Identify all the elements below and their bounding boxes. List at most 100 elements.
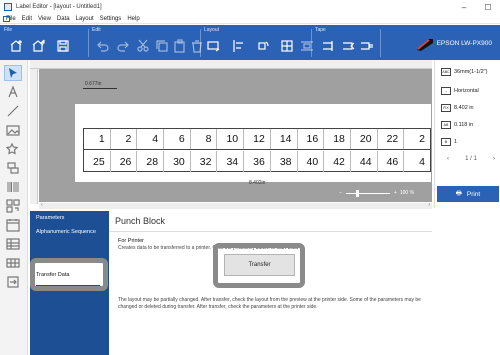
- menu-view[interactable]: View: [38, 16, 51, 22]
- new-layout-icon[interactable]: [10, 39, 24, 53]
- punch-cell: 4: [137, 129, 165, 149]
- qrcode-tool-icon[interactable]: [4, 198, 22, 214]
- punch-cell: 28: [137, 151, 165, 172]
- table-tool-icon[interactable]: [4, 236, 22, 252]
- tape-width-value: 36mm(1-1/2"): [454, 69, 488, 75]
- dimension-line: [83, 88, 117, 89]
- length-setting[interactable]: FIX 8.402 in: [441, 104, 474, 112]
- margin-setting[interactable]: AB 0.118 in: [441, 121, 473, 129]
- layout-canvas[interactable]: 0.677in 1 2 4 6 8 10 12 14 16 18 20 22 2…: [39, 69, 432, 202]
- frame-tool-icon[interactable]: [4, 160, 22, 176]
- punch-cell: 38: [271, 151, 298, 172]
- maximize-button[interactable]: ☐: [476, 0, 500, 14]
- window-title: Label Editor - [layout - Untitled1]: [16, 4, 102, 10]
- horizontal-ruler: [30, 60, 432, 69]
- undo-icon[interactable]: [96, 39, 110, 53]
- punch-row: 25 26 28 30 32 34 36 38 40 42 44 46 4: [84, 151, 430, 172]
- punch-cell: 36: [244, 151, 271, 172]
- punch-cell: 20: [351, 129, 378, 149]
- printer-model[interactable]: EPSON LW-PX900: [437, 40, 492, 47]
- nav-parameters[interactable]: Parameters: [36, 215, 64, 222]
- punch-cell: 10: [217, 129, 245, 149]
- paste-icon[interactable]: [173, 39, 187, 53]
- punch-block-tool-icon[interactable]: [4, 255, 22, 271]
- zoom-slider[interactable]: [345, 189, 390, 197]
- transfer-button[interactable]: Transfer: [224, 254, 295, 276]
- highlight-callout: [30, 258, 108, 291]
- symbol-tool-icon[interactable]: [4, 141, 22, 157]
- toolbar-group-edit: Edit: [92, 27, 101, 33]
- orientation-setting[interactable]: → Horizontal: [441, 87, 479, 95]
- next-page-icon[interactable]: ›: [493, 156, 495, 162]
- orientation-icon: →: [441, 87, 451, 95]
- nav-alphanumeric-sequence[interactable]: Alphanumeric Sequence: [36, 229, 96, 236]
- punch-cell: 1: [84, 129, 111, 149]
- punch-cell: 6: [164, 129, 191, 149]
- punch-cell: 46: [378, 151, 405, 172]
- image-tool-icon[interactable]: [4, 122, 22, 138]
- punch-block-nav: Parameters Alphanumeric Sequence Transfe…: [30, 211, 109, 355]
- toolbar-group-layout: Layout: [204, 27, 220, 33]
- horizontal-scrollbar[interactable]: ‹ ›: [39, 202, 432, 209]
- scroll-left-icon[interactable]: ‹: [41, 202, 43, 208]
- toolbar-separator: [380, 29, 381, 57]
- barcode-tool-icon[interactable]: [4, 179, 22, 195]
- redo-icon[interactable]: [116, 39, 130, 53]
- page-indicator: 1 / 1: [465, 156, 477, 162]
- rotate-icon[interactable]: [256, 39, 270, 53]
- menu-layout[interactable]: Layout: [76, 16, 94, 22]
- print-button[interactable]: 🖶 Print: [437, 186, 499, 202]
- punch-cell: 34: [217, 151, 245, 172]
- date-tool-icon[interactable]: [4, 217, 22, 233]
- distribute-icon[interactable]: [300, 39, 314, 53]
- menu-data[interactable]: Data: [57, 16, 70, 22]
- zoom-out-button[interactable]: −: [339, 190, 342, 196]
- ribbon-toolbar: File Edit Layout Tape EPSON LW-PX900: [0, 25, 500, 60]
- printer-icon[interactable]: [416, 38, 434, 52]
- line-tool-icon[interactable]: [4, 103, 22, 119]
- zoom-slider-thumb[interactable]: [355, 189, 359, 197]
- section-heading: For Printer: [118, 238, 144, 244]
- copies-setting[interactable]: ⚙ 1: [441, 138, 457, 146]
- scroll-right-icon[interactable]: ›: [428, 202, 430, 208]
- prev-page-icon[interactable]: ‹: [447, 156, 449, 162]
- text-tool-icon[interactable]: [4, 84, 22, 100]
- vertical-ruler: [30, 69, 38, 204]
- menu-edit[interactable]: Edit: [22, 16, 32, 22]
- label-properties-panel: ABC 36mm(1-1/2") → Horizontal FIX 8.402 …: [434, 60, 500, 208]
- punch-cell: 18: [324, 129, 351, 149]
- tape-feed-icon[interactable]: [360, 39, 374, 53]
- punch-block-panel: Punch Block For Printer Creates data to …: [109, 211, 432, 355]
- toolbar-separator: [88, 29, 89, 57]
- tape-cut-icon[interactable]: [322, 39, 336, 53]
- align-icon[interactable]: [232, 39, 246, 53]
- punch-cell: 12: [244, 129, 271, 149]
- tape-half-cut-icon[interactable]: [342, 39, 356, 53]
- toolbar-group-file: File: [4, 27, 13, 33]
- zoom-in-button[interactable]: +: [394, 190, 397, 196]
- menu-settings[interactable]: Settings: [100, 16, 122, 22]
- menu-help[interactable]: Help: [127, 16, 139, 22]
- minimize-button[interactable]: –: [452, 0, 476, 14]
- divider: [109, 231, 432, 232]
- punch-block-object[interactable]: 1 2 4 6 8 10 12 14 16 18 20 22 2 25 26 2…: [83, 128, 431, 172]
- select-tool-icon[interactable]: [4, 65, 22, 81]
- page-navigator: ‹ 1 / 1 ›: [447, 156, 495, 162]
- cut-icon[interactable]: [136, 39, 150, 53]
- arrange-icon[interactable]: [280, 39, 294, 53]
- punch-cell: 22: [378, 129, 405, 149]
- copy-icon[interactable]: [155, 39, 169, 53]
- orientation-value: Horizontal: [454, 88, 479, 94]
- print-icon: 🖶: [455, 189, 462, 197]
- delete-icon[interactable]: [190, 39, 204, 53]
- punch-cell: 30: [164, 151, 191, 172]
- import-tool-icon[interactable]: [4, 274, 22, 290]
- punch-cell: 40: [298, 151, 325, 172]
- save-icon[interactable]: [56, 39, 70, 53]
- object-tools-column: [0, 60, 28, 355]
- transfer-note: The layout may be partially changed. Aft…: [118, 297, 421, 310]
- punch-cell: 4: [419, 155, 425, 168]
- tape-width-setting[interactable]: ABC 36mm(1-1/2"): [441, 68, 487, 76]
- open-layout-icon[interactable]: [32, 39, 46, 53]
- label-size-icon[interactable]: [207, 39, 221, 53]
